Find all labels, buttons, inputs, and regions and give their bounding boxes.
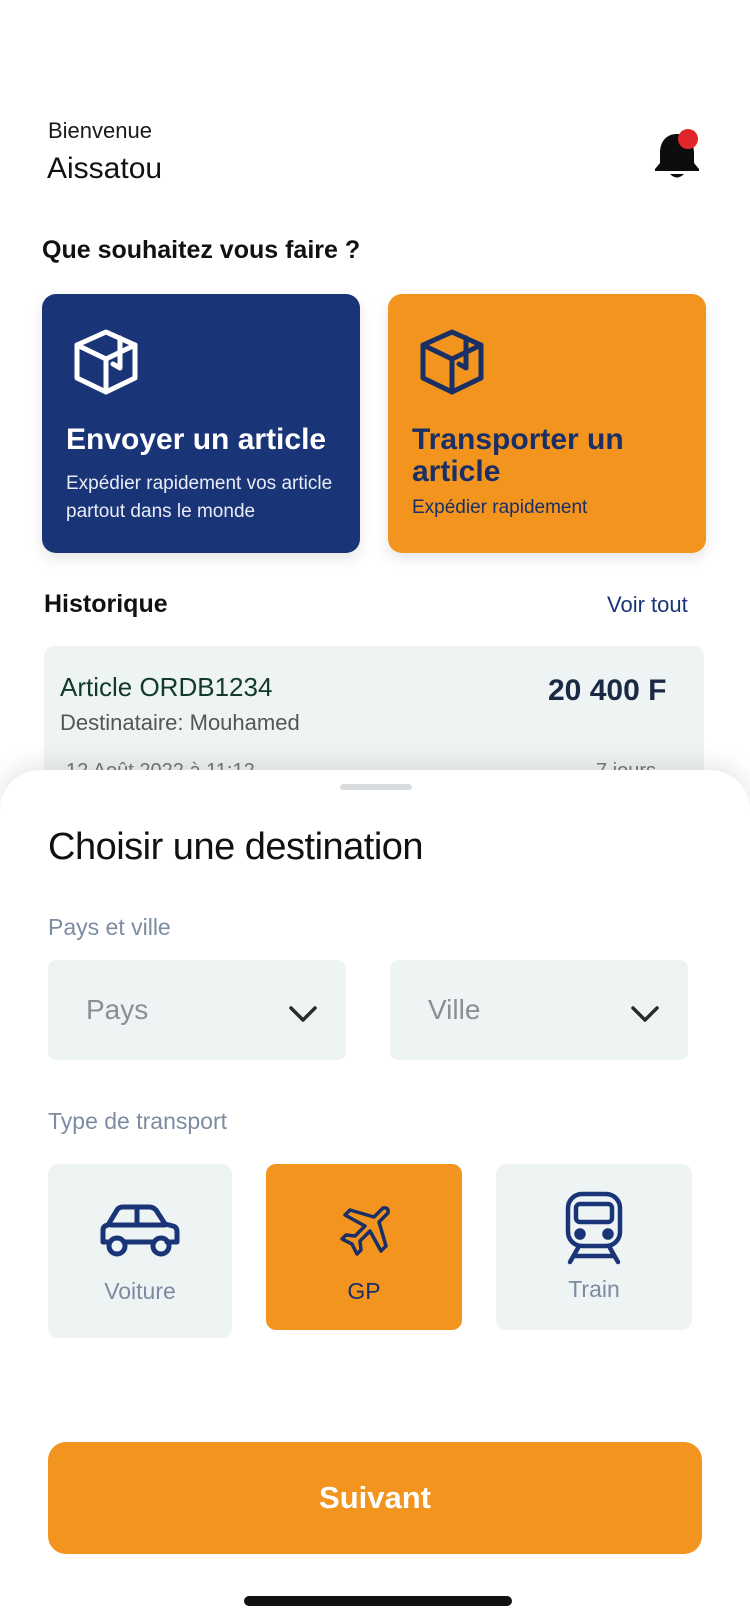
train-icon — [565, 1191, 623, 1265]
sheet-drag-handle[interactable] — [340, 784, 412, 790]
gp-label: GP — [347, 1278, 381, 1304]
user-name: Aissatou — [47, 152, 163, 185]
transport-article-description: Expédier rapidement — [412, 497, 588, 518]
notification-dot — [678, 129, 698, 149]
airplane-icon — [340, 1206, 390, 1256]
country-placeholder: Pays — [86, 994, 149, 1025]
package-icon — [74, 329, 138, 395]
history-article-id: Article ORDB1234 — [60, 672, 273, 702]
question-heading: Que souhaitez vous faire ? — [42, 236, 361, 264]
car-label: Voiture — [104, 1278, 176, 1304]
send-article-card[interactable]: Envoyer un article Expédier rapidement v… — [42, 294, 360, 553]
train-label: Train — [568, 1276, 620, 1302]
send-article-description: Expédier rapidement vos article partout … — [66, 473, 333, 522]
see-all-link[interactable]: Voir tout — [607, 592, 688, 618]
transport-option-car[interactable]: Voiture — [48, 1164, 232, 1338]
chevron-down-icon — [289, 1006, 317, 1022]
next-button[interactable]: Suivant — [48, 1442, 702, 1554]
history-amount: 20 400 F — [548, 674, 667, 707]
car-icon — [100, 1204, 180, 1257]
location-label: Pays et ville — [48, 914, 171, 940]
greeting-label: Bienvenue — [48, 118, 152, 143]
history-heading: Historique — [44, 590, 168, 618]
transport-type-label: Type de transport — [48, 1108, 227, 1134]
transport-option-train[interactable]: Train — [496, 1164, 692, 1330]
transport-article-card[interactable]: Transporter un article Expédier rapideme… — [388, 294, 706, 553]
city-placeholder: Ville — [428, 994, 481, 1025]
package-icon — [420, 329, 484, 395]
city-select[interactable]: Ville — [390, 960, 688, 1060]
sheet-title: Choisir une destination — [48, 826, 424, 868]
home-indicator[interactable] — [244, 1596, 512, 1606]
send-article-title: Envoyer un article — [66, 423, 327, 456]
transport-article-title: Transporter un article — [412, 423, 624, 488]
chevron-down-icon — [631, 1006, 659, 1022]
history-recipient: Destinataire: Mouhamed — [60, 710, 300, 735]
transport-option-gp[interactable]: GP — [266, 1164, 462, 1330]
country-select[interactable]: Pays — [48, 960, 346, 1060]
